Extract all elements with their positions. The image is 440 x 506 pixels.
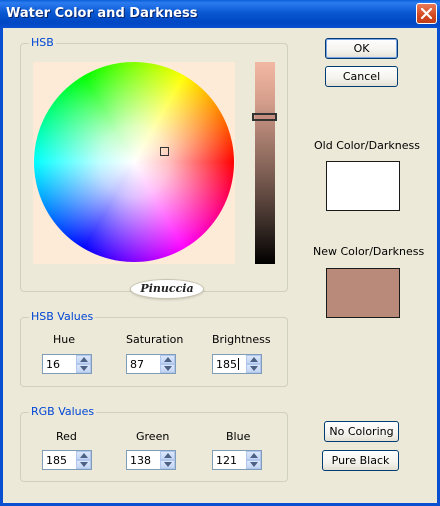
red-spin-up[interactable] bbox=[76, 451, 91, 460]
pinuccia-logo: Pinuccia bbox=[130, 279, 204, 299]
brightness-value[interactable]: 185 bbox=[216, 358, 237, 371]
hue-spin-up[interactable] bbox=[76, 355, 91, 364]
green-label: Green bbox=[136, 430, 170, 443]
down-arrow-icon bbox=[250, 462, 258, 467]
saturation-label: Saturation bbox=[126, 333, 184, 346]
window-title: Water Color and Darkness bbox=[6, 6, 198, 21]
down-arrow-icon bbox=[164, 366, 172, 371]
saturation-spin-down[interactable] bbox=[160, 364, 175, 373]
brightness-spinner[interactable]: 185 bbox=[212, 354, 262, 374]
hue-value[interactable]: 16 bbox=[46, 358, 60, 371]
ok-button-label: OK bbox=[353, 42, 370, 55]
up-arrow-icon bbox=[80, 357, 88, 362]
hue-spin-down[interactable] bbox=[76, 364, 91, 373]
rgb-values-group: RGB Values bbox=[20, 405, 288, 482]
down-arrow-icon bbox=[250, 366, 258, 371]
up-arrow-icon bbox=[164, 453, 172, 458]
green-value[interactable]: 138 bbox=[130, 454, 151, 467]
old-color-label: Old Color/Darkness bbox=[314, 139, 420, 152]
no-coloring-button-label: No Coloring bbox=[329, 425, 394, 438]
text-caret bbox=[238, 358, 239, 370]
green-spin-up[interactable] bbox=[160, 451, 175, 460]
down-arrow-icon bbox=[164, 462, 172, 467]
new-color-swatch bbox=[326, 268, 400, 318]
up-arrow-icon bbox=[80, 453, 88, 458]
blue-spinner[interactable]: 121 bbox=[212, 450, 262, 470]
brightness-spin-up[interactable] bbox=[246, 355, 261, 364]
green-spinner[interactable]: 138 bbox=[126, 450, 176, 470]
brightness-label: Brightness bbox=[212, 333, 271, 346]
rgb-values-label: RGB Values bbox=[29, 405, 97, 418]
ok-button[interactable]: OK bbox=[325, 38, 398, 59]
title-bar[interactable]: Water Color and Darkness bbox=[0, 0, 440, 28]
saturation-spinner[interactable]: 87 bbox=[126, 354, 176, 374]
hsb-values-label: HSB Values bbox=[29, 310, 96, 323]
hsb-values-group: HSB Values bbox=[20, 310, 288, 387]
down-arrow-icon bbox=[80, 462, 88, 467]
hue-spinner[interactable]: 16 bbox=[42, 354, 92, 374]
blue-spin-down[interactable] bbox=[246, 460, 261, 469]
up-arrow-icon bbox=[250, 453, 258, 458]
saturation-spin-up[interactable] bbox=[160, 355, 175, 364]
no-coloring-button[interactable]: No Coloring bbox=[324, 421, 399, 442]
red-value[interactable]: 185 bbox=[46, 454, 67, 467]
up-arrow-icon bbox=[250, 357, 258, 362]
saturation-value[interactable]: 87 bbox=[130, 358, 144, 371]
blue-label: Blue bbox=[226, 430, 251, 443]
window-border-left bbox=[0, 28, 3, 506]
pure-black-button-label: Pure Black bbox=[331, 454, 390, 467]
red-spin-down[interactable] bbox=[76, 460, 91, 469]
up-arrow-icon bbox=[164, 357, 172, 362]
hsb-group-label: HSB bbox=[29, 36, 56, 49]
blue-spin-up[interactable] bbox=[246, 451, 261, 460]
color-wheel[interactable] bbox=[34, 62, 234, 262]
red-label: Red bbox=[56, 430, 77, 443]
green-spin-down[interactable] bbox=[160, 460, 175, 469]
blue-value[interactable]: 121 bbox=[216, 454, 237, 467]
brightness-slider[interactable] bbox=[255, 62, 275, 264]
brightness-slider-thumb[interactable] bbox=[252, 113, 277, 121]
red-spinner[interactable]: 185 bbox=[42, 450, 92, 470]
close-icon bbox=[420, 7, 433, 20]
down-arrow-icon bbox=[80, 366, 88, 371]
close-button[interactable] bbox=[416, 3, 437, 24]
cancel-button-label: Cancel bbox=[342, 70, 381, 83]
old-color-swatch bbox=[326, 161, 400, 211]
pure-black-button[interactable]: Pure Black bbox=[322, 450, 399, 471]
hue-label: Hue bbox=[53, 333, 76, 346]
new-color-label: New Color/Darkness bbox=[313, 245, 425, 258]
brightness-spin-down[interactable] bbox=[246, 364, 261, 373]
color-wheel-cursor[interactable] bbox=[160, 147, 169, 156]
cancel-button[interactable]: Cancel bbox=[325, 66, 398, 87]
